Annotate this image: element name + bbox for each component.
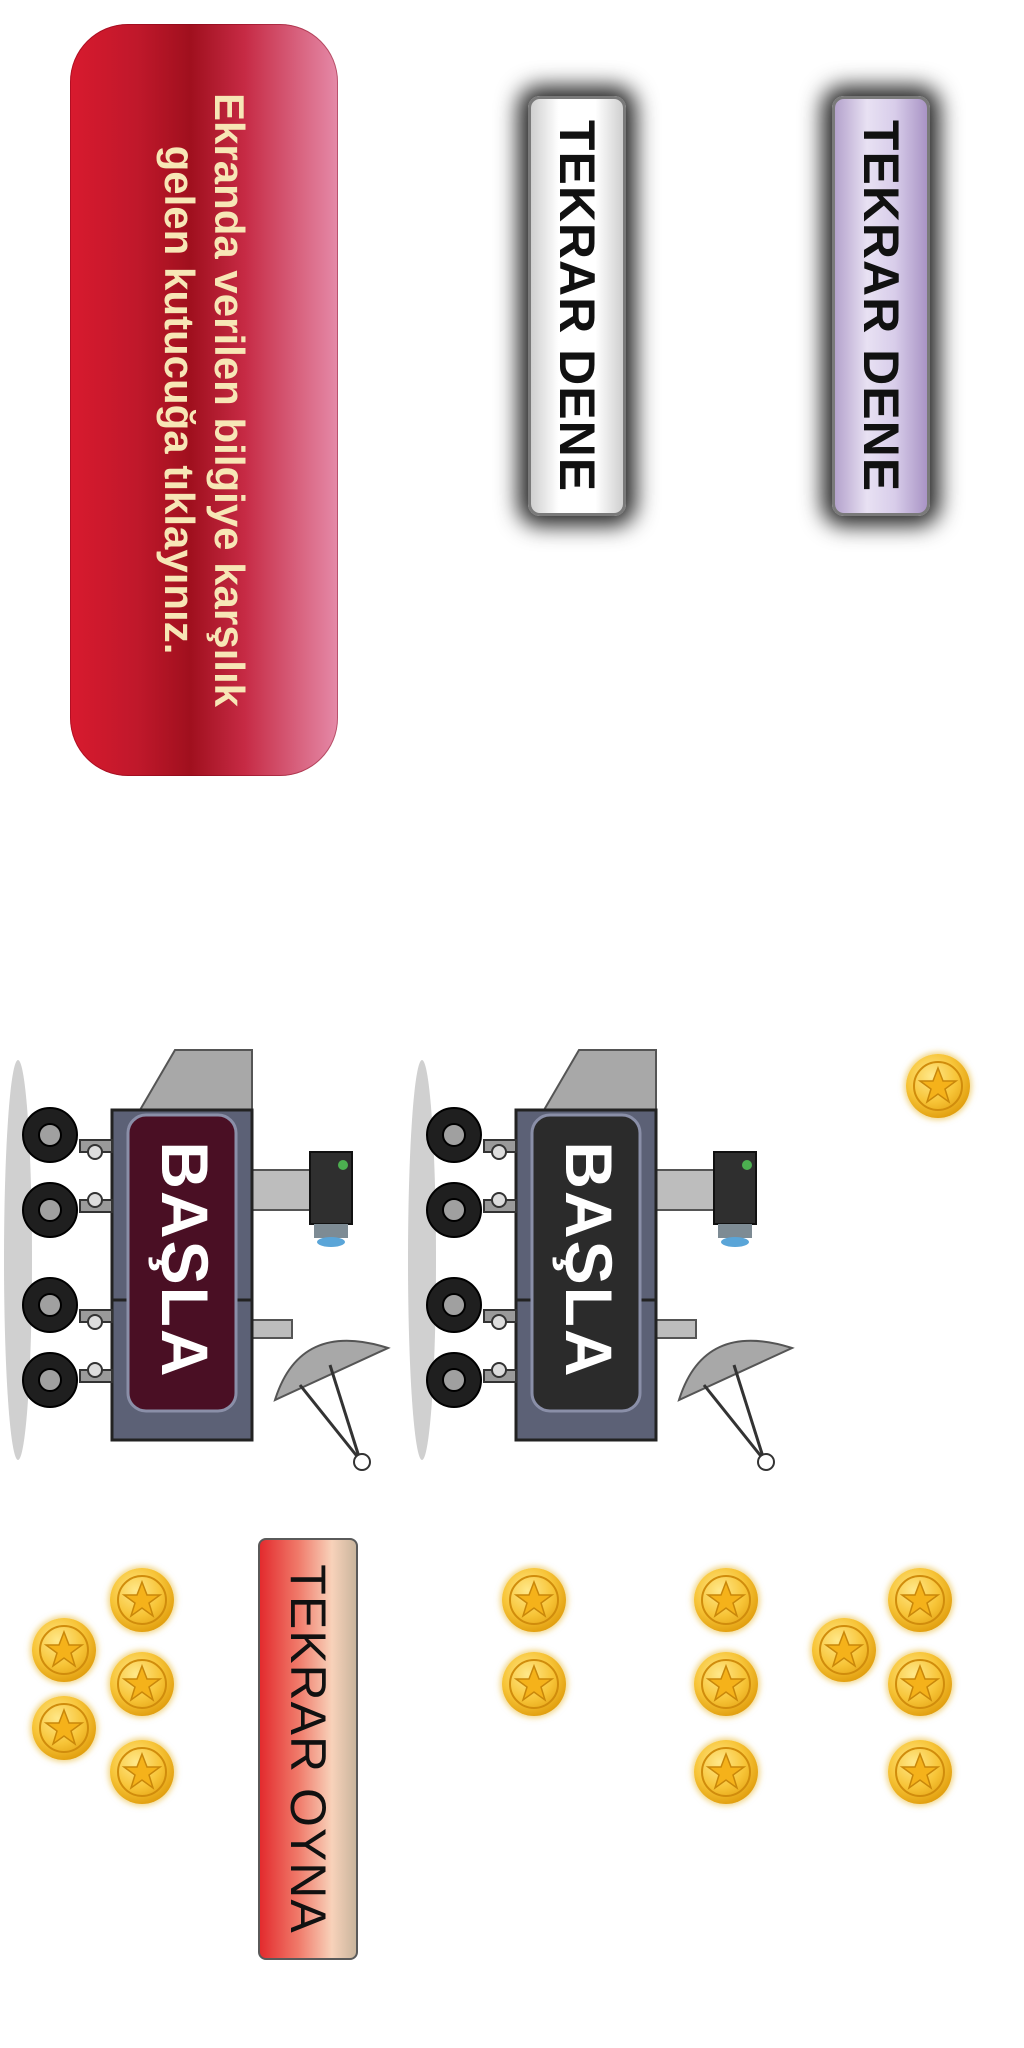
coin-icon — [888, 1652, 952, 1716]
coin-icon — [502, 1652, 566, 1716]
coin-icon — [110, 1740, 174, 1804]
coin-icon — [502, 1568, 566, 1632]
instruction-text: Ekranda verilen bilgiye karşılık gelen k… — [156, 93, 253, 707]
coin-icon — [906, 1054, 970, 1118]
try-again-hover-button[interactable]: TEKRAR DENE — [832, 96, 930, 516]
start-label: BAŞLA — [552, 1141, 626, 1379]
coin-icon — [110, 1568, 174, 1632]
coin-icon — [694, 1652, 758, 1716]
start-robot-button[interactable]: BAŞLA — [0, 1020, 400, 1480]
coin-icon — [32, 1696, 96, 1760]
coin-icon — [694, 1568, 758, 1632]
coin-icon — [888, 1568, 952, 1632]
instruction-banner: Ekranda verilen bilgiye karşılık gelen k… — [70, 24, 338, 776]
coin-icon — [32, 1618, 96, 1682]
coin-icon — [110, 1652, 174, 1716]
coin-icon — [888, 1740, 952, 1804]
coin-icon — [694, 1740, 758, 1804]
try-again-label: TEKRAR DENE — [549, 119, 605, 493]
play-again-button[interactable]: TEKRAR OYNA — [258, 1538, 358, 1960]
start-label-box: BAŞLA — [130, 1115, 240, 1405]
coin-icon — [812, 1618, 876, 1682]
try-again-hover-label: TEKRAR DENE — [853, 119, 909, 493]
start-label: BAŞLA — [148, 1141, 222, 1379]
start-robot-hover-button[interactable]: BAŞLA — [404, 1020, 804, 1480]
play-again-label: TEKRAR OYNA — [280, 1564, 336, 1934]
start-label-box: BAŞLA — [534, 1115, 644, 1405]
try-again-button[interactable]: TEKRAR DENE — [528, 96, 626, 516]
